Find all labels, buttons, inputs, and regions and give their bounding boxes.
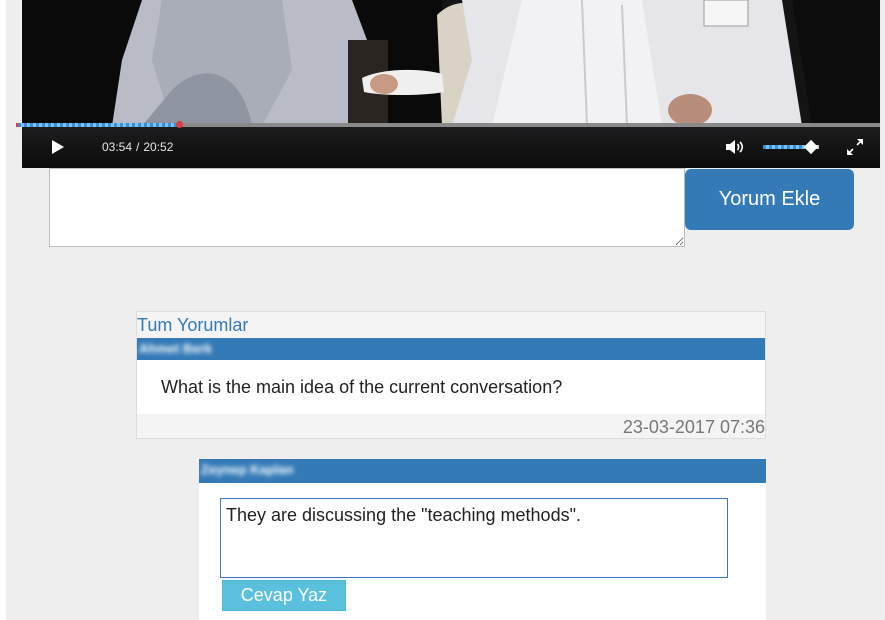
volume-icon[interactable]: [725, 140, 745, 154]
current-time: 03:54: [102, 140, 133, 154]
reply-button[interactable]: Cevap Yaz: [222, 580, 346, 611]
fullscreen-icon[interactable]: [845, 137, 865, 157]
comment-input[interactable]: [49, 168, 685, 247]
progress-handle[interactable]: [176, 121, 184, 128]
comment-date: 23-03-2017 07:36: [622, 417, 765, 437]
add-comment-button[interactable]: Yorum Ekle: [685, 169, 854, 230]
time-separator: /: [136, 140, 140, 154]
comment-text: What is the main idea of the current con…: [161, 377, 563, 397]
time-display: 03:54/20:52: [102, 139, 173, 155]
comment-author-bar: Ahmet Berk: [137, 338, 765, 360]
video-player[interactable]: 03:54/20:52: [22, 0, 880, 168]
reply-input[interactable]: They are discussing the "teaching method…: [220, 498, 728, 578]
video-controls: 03:54/20:52: [22, 126, 880, 168]
reply-author-bar: Zeynep Kaplan: [199, 459, 766, 483]
progress-fill: [18, 123, 180, 127]
video-progress-bar[interactable]: [16, 121, 880, 128]
comments-title: Tum Yorumlar: [137, 315, 249, 335]
volume-slider[interactable]: [763, 139, 819, 155]
comment-author-name: Ahmet Berk: [139, 341, 212, 356]
comment-body: What is the main idea of the current con…: [137, 360, 765, 414]
reply-author-name: Zeynep Kaplan: [201, 462, 294, 477]
volume-handle[interactable]: [803, 139, 818, 155]
duration: 20:52: [143, 140, 174, 154]
video-frame[interactable]: [22, 0, 880, 126]
comments-panel: Tum Yorumlar Ahmet Berk What is the main…: [136, 311, 766, 439]
play-icon[interactable]: [50, 139, 66, 155]
